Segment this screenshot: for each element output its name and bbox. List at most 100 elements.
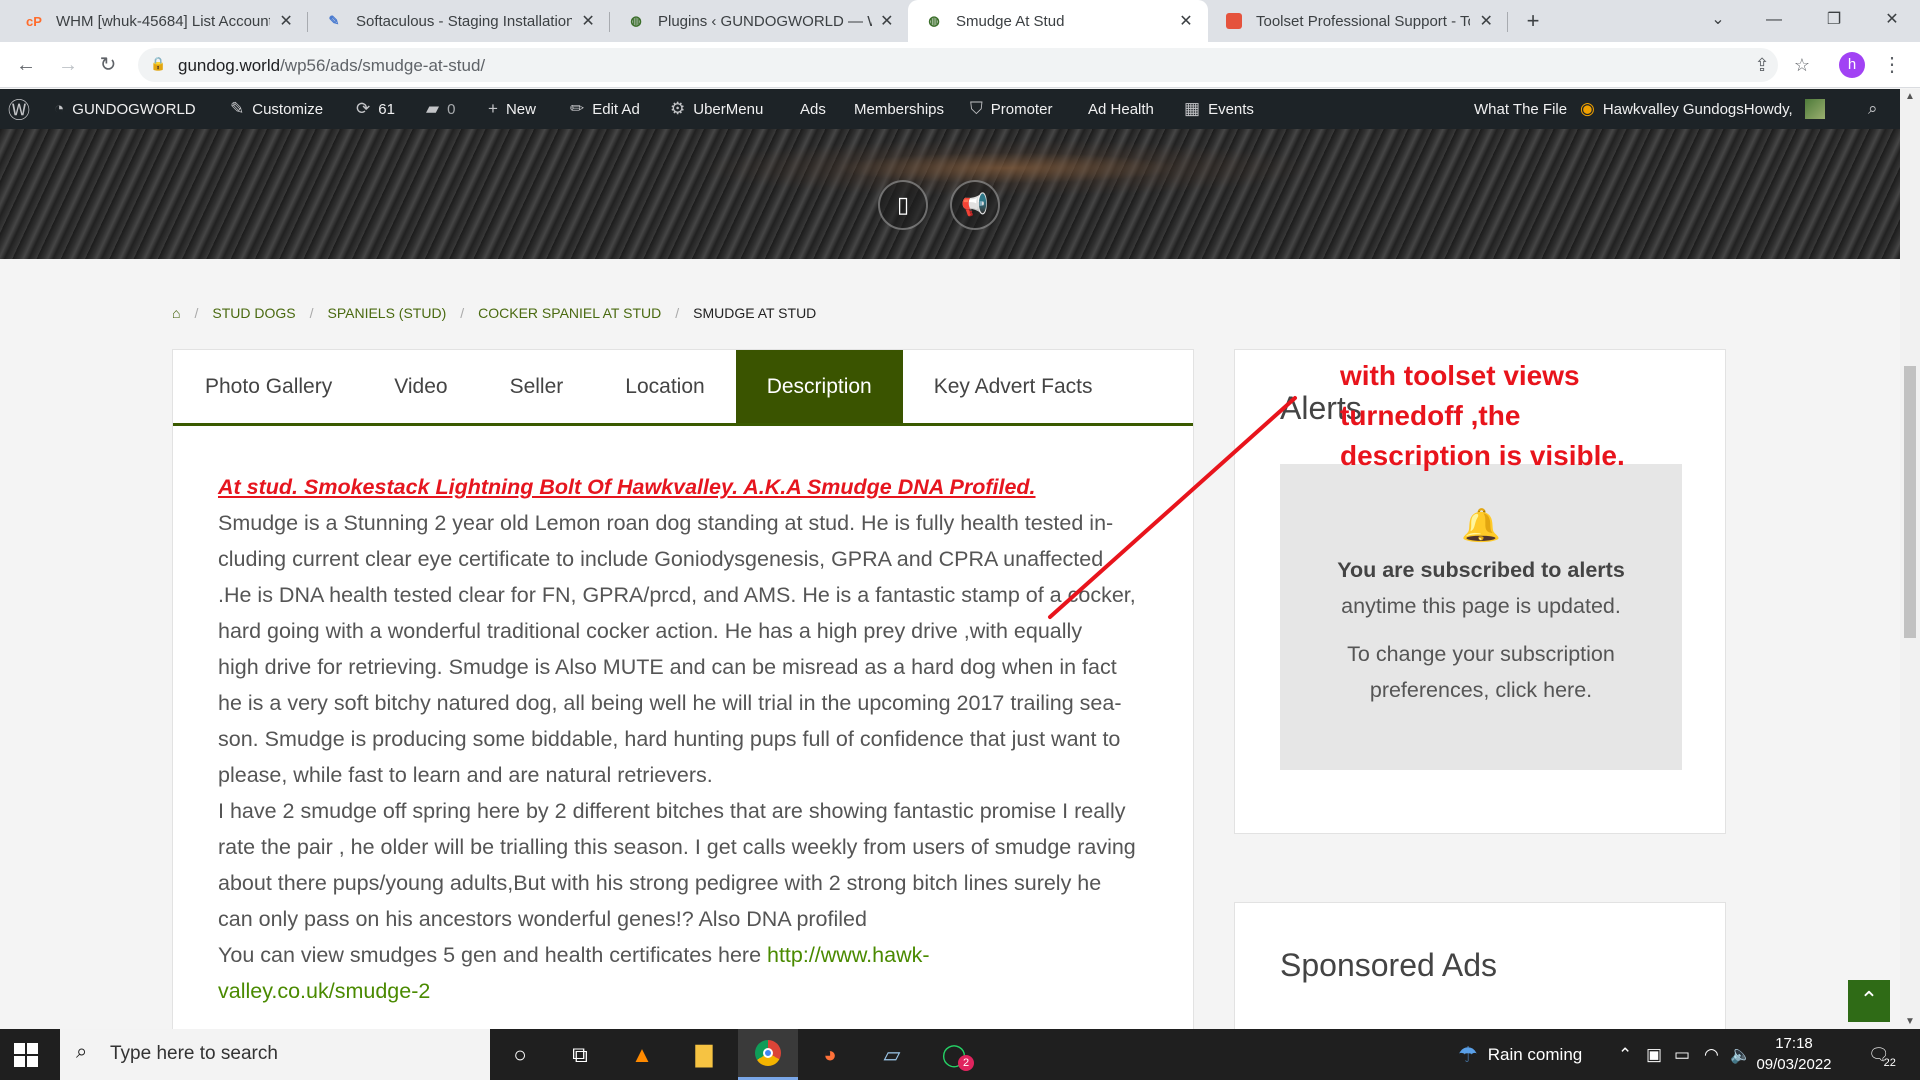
weather-widget[interactable]: ☂ Rain coming: [1458, 1029, 1582, 1080]
scrollbar-thumb[interactable]: [1904, 366, 1916, 638]
adminbar-updates[interactable]: ⟳ 61: [356, 89, 395, 129]
close-window-button[interactable]: ✕: [1864, 0, 1920, 42]
taskbar-search[interactable]: ⌕ Type here to search: [60, 1029, 490, 1080]
address-toolbar: ← → ↻ 🔒 gundog.world/wp56/ads/smudge-at-…: [0, 42, 1920, 88]
adminbar-events[interactable]: ▦ Events: [1184, 89, 1254, 129]
adminbar-ad-health[interactable]: Ad Health: [1088, 89, 1154, 129]
adminbar-user[interactable]: ◉ Hawkvalley GundogsHowdy,: [1580, 89, 1825, 129]
tray-chevron-icon[interactable]: ⌃: [1618, 1029, 1632, 1080]
restore-button[interactable]: ❐: [1806, 0, 1862, 42]
close-icon[interactable]: ✕: [878, 11, 896, 31]
tab-video[interactable]: Video: [363, 350, 478, 423]
share-icon[interactable]: ⇪: [1750, 53, 1774, 77]
smudge-link-continued[interactable]: valley.co.uk/smudge-2: [218, 979, 430, 1003]
tab-seller[interactable]: Seller: [479, 350, 595, 423]
adminbar-ads[interactable]: Ads: [800, 89, 826, 129]
adminbar-customize[interactable]: ✎ Customize: [230, 89, 323, 129]
scroll-up-icon[interactable]: ▲: [1905, 91, 1915, 102]
browser-tab-plugins[interactable]: ◍ Plugins ‹ GUNDOGWORLD — Wo ✕: [610, 0, 908, 42]
lock-icon[interactable]: 🔒: [150, 56, 166, 72]
breadcrumb-spaniels[interactable]: SPANIELS (STUD): [327, 305, 446, 321]
adminbar-what-the-file[interactable]: What The File: [1474, 89, 1567, 129]
brush-icon: ✎: [230, 99, 245, 118]
adminbar-new[interactable]: + New: [488, 89, 536, 129]
close-icon[interactable]: ✕: [1176, 11, 1196, 31]
alerts-box: 🔔 You are subscribed to alerts anytime t…: [1280, 464, 1682, 770]
site-icon: ◍: [928, 13, 940, 28]
new-tab-button[interactable]: +: [1520, 8, 1546, 34]
page-scrollbar[interactable]: ▲ ▼: [1900, 89, 1920, 1029]
adminbar-memberships[interactable]: Memberships: [854, 89, 944, 129]
tab-title: Smudge At Stud: [956, 12, 1065, 30]
firefox-icon[interactable]: ◕: [800, 1029, 860, 1080]
minimize-button[interactable]: —: [1746, 0, 1802, 42]
tab-description[interactable]: Description: [735, 350, 903, 423]
forward-arrow-icon[interactable]: →: [54, 51, 82, 79]
adminbar-search-icon[interactable]: ⌕: [1868, 89, 1878, 129]
tab-title: WHM [whuk-45684] List Account: [56, 12, 271, 30]
tray-device-icon[interactable]: ▣: [1646, 1029, 1662, 1080]
description-line: Smudge is a Stunning 2 year old Lemon ro…: [218, 511, 1114, 535]
wordpress-logo-icon[interactable]: Ⓦ: [8, 89, 30, 129]
browser-tab-whm[interactable]: cP WHM [whuk-45684] List Account ✕: [8, 0, 308, 42]
breadcrumb-stud-dogs[interactable]: STUD DOGS: [212, 305, 295, 321]
adminbar-edit-ad[interactable]: ✏ Edit Ad: [570, 89, 640, 129]
tab-photo-gallery[interactable]: Photo Gallery: [173, 350, 363, 423]
smudge-link[interactable]: http://www.hawk-: [767, 943, 930, 967]
browser-tab-smudge-active[interactable]: ◍ Smudge At Stud ✕: [908, 0, 1208, 42]
browser-tab-toolset[interactable]: Toolset Professional Support - To ✕: [1208, 0, 1508, 42]
tab-location[interactable]: Location: [594, 350, 735, 423]
menu-kebab-icon[interactable]: ⋮: [1882, 52, 1902, 77]
battery-icon[interactable]: ▭: [1674, 1029, 1690, 1080]
reload-icon[interactable]: ↻: [94, 51, 122, 79]
description-line: can only pass on his ancestors wonderful…: [218, 907, 867, 931]
tab-title: Softaculous - Staging Installation: [356, 12, 573, 30]
whatsapp-icon[interactable]: ◯ 2: [924, 1029, 984, 1080]
cortana-icon[interactable]: ○: [490, 1029, 550, 1080]
close-icon[interactable]: ✕: [1476, 11, 1496, 31]
notifications-icon[interactable]: 🗨 22: [1868, 1029, 1896, 1080]
adminbar-site[interactable]: ◔ GUNDOGWORLD: [54, 89, 196, 129]
bookmark-star-icon[interactable]: ☆: [1790, 53, 1814, 77]
megaphone-icon[interactable]: 📢: [950, 180, 1000, 230]
profile-avatar[interactable]: h: [1839, 52, 1865, 78]
vlc-icon[interactable]: ▲: [612, 1029, 672, 1080]
adminbar-promoter[interactable]: ⛉ Promoter: [970, 89, 1052, 129]
taskbar-clock[interactable]: 17:18 09/03/2022: [1744, 1033, 1844, 1075]
tab-title: Plugins ‹ GUNDOGWORLD — Wo: [658, 12, 872, 30]
wifi-icon[interactable]: ◠: [1704, 1029, 1719, 1080]
scroll-down-icon[interactable]: ▼: [1905, 1016, 1915, 1027]
description-line: please, while fast to learn and are natu…: [218, 763, 713, 787]
home-icon[interactable]: ⌂: [172, 305, 180, 321]
url-path: /wp56/ads/smudge-at-stud/: [280, 56, 486, 75]
adminbar-ubermenu[interactable]: ⚙ UberMenu: [670, 89, 763, 129]
scroll-to-top-button[interactable]: ⌃: [1848, 980, 1890, 1022]
file-explorer-icon[interactable]: ▇: [674, 1029, 734, 1080]
sponsored-ads-widget: Sponsored Ads: [1234, 902, 1726, 1042]
tab-key-advert-facts[interactable]: Key Advert Facts: [903, 350, 1124, 423]
breadcrumb-current: SMUDGE AT STUD: [693, 305, 817, 321]
description-line: rate the pair , he older will be trialli…: [218, 835, 1136, 859]
description-line: about there pups/young adults,But with h…: [218, 871, 1102, 895]
task-view-icon[interactable]: ⧉: [550, 1029, 610, 1080]
notepad-icon[interactable]: ▱: [862, 1029, 922, 1080]
close-icon[interactable]: ✕: [276, 11, 296, 31]
annotation-text: with toolset views turnedoff ,the descri…: [1340, 360, 1625, 471]
chrome-icon[interactable]: [738, 1029, 798, 1080]
mobile-icon[interactable]: ▯: [878, 180, 928, 230]
breadcrumb-cocker-spaniel[interactable]: COCKER SPANIEL AT STUD: [478, 305, 661, 321]
search-icon: ⌕: [76, 1041, 88, 1063]
listing-tabs: Photo Gallery Video Seller Location Desc…: [173, 350, 1193, 426]
url-bar[interactable]: 🔒 gundog.world/wp56/ads/smudge-at-stud/: [138, 48, 1778, 82]
windows-start-icon[interactable]: [14, 1043, 38, 1067]
wordpress-icon: ◍: [630, 13, 642, 28]
close-icon[interactable]: ✕: [578, 11, 598, 31]
description-line: high drive for retrieving. Smudge is Als…: [218, 655, 1117, 679]
promoter-icon: ⛉: [970, 99, 983, 118]
adminbar-comments[interactable]: ▰ 0: [426, 89, 455, 129]
browser-tab-softaculous[interactable]: ✎ Softaculous - Staging Installation ✕: [308, 0, 610, 42]
tab-search-chevron-icon[interactable]: ⌄: [1690, 0, 1746, 42]
back-arrow-icon[interactable]: ←: [12, 51, 40, 79]
alerts-preferences-link[interactable]: preferences, click here.: [1280, 672, 1682, 708]
hero-banner-image: ▯ 📢: [0, 129, 1900, 259]
